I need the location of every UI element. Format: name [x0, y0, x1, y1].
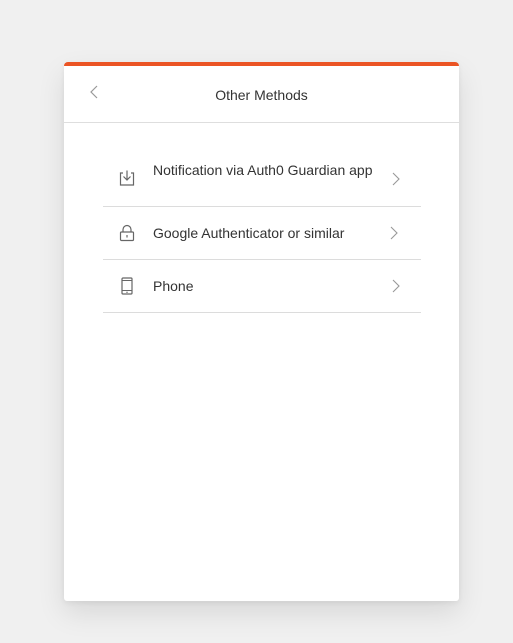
- method-google-authenticator[interactable]: Google Authenticator or similar: [103, 207, 421, 260]
- method-label: Notification via Auth0 Guardian app: [153, 162, 373, 178]
- card-header: Other Methods: [64, 66, 459, 123]
- other-methods-card: Other Methods Notification via Auth0 Gua…: [64, 62, 459, 601]
- phone-icon: [121, 277, 133, 295]
- chevron-right-icon: [392, 172, 400, 186]
- method-label: Phone: [153, 278, 194, 294]
- method-label: Google Authenticator or similar: [153, 225, 345, 241]
- chevron-right-icon: [390, 226, 398, 240]
- page-title: Other Methods: [215, 87, 308, 103]
- methods-list: Notification via Auth0 Guardian app Goog…: [103, 149, 421, 313]
- method-guardian-app[interactable]: Notification via Auth0 Guardian app: [103, 149, 421, 207]
- lock-icon: [119, 224, 135, 242]
- download-icon: [119, 170, 135, 186]
- method-phone[interactable]: Phone: [103, 260, 421, 313]
- chevron-right-icon: [392, 279, 400, 293]
